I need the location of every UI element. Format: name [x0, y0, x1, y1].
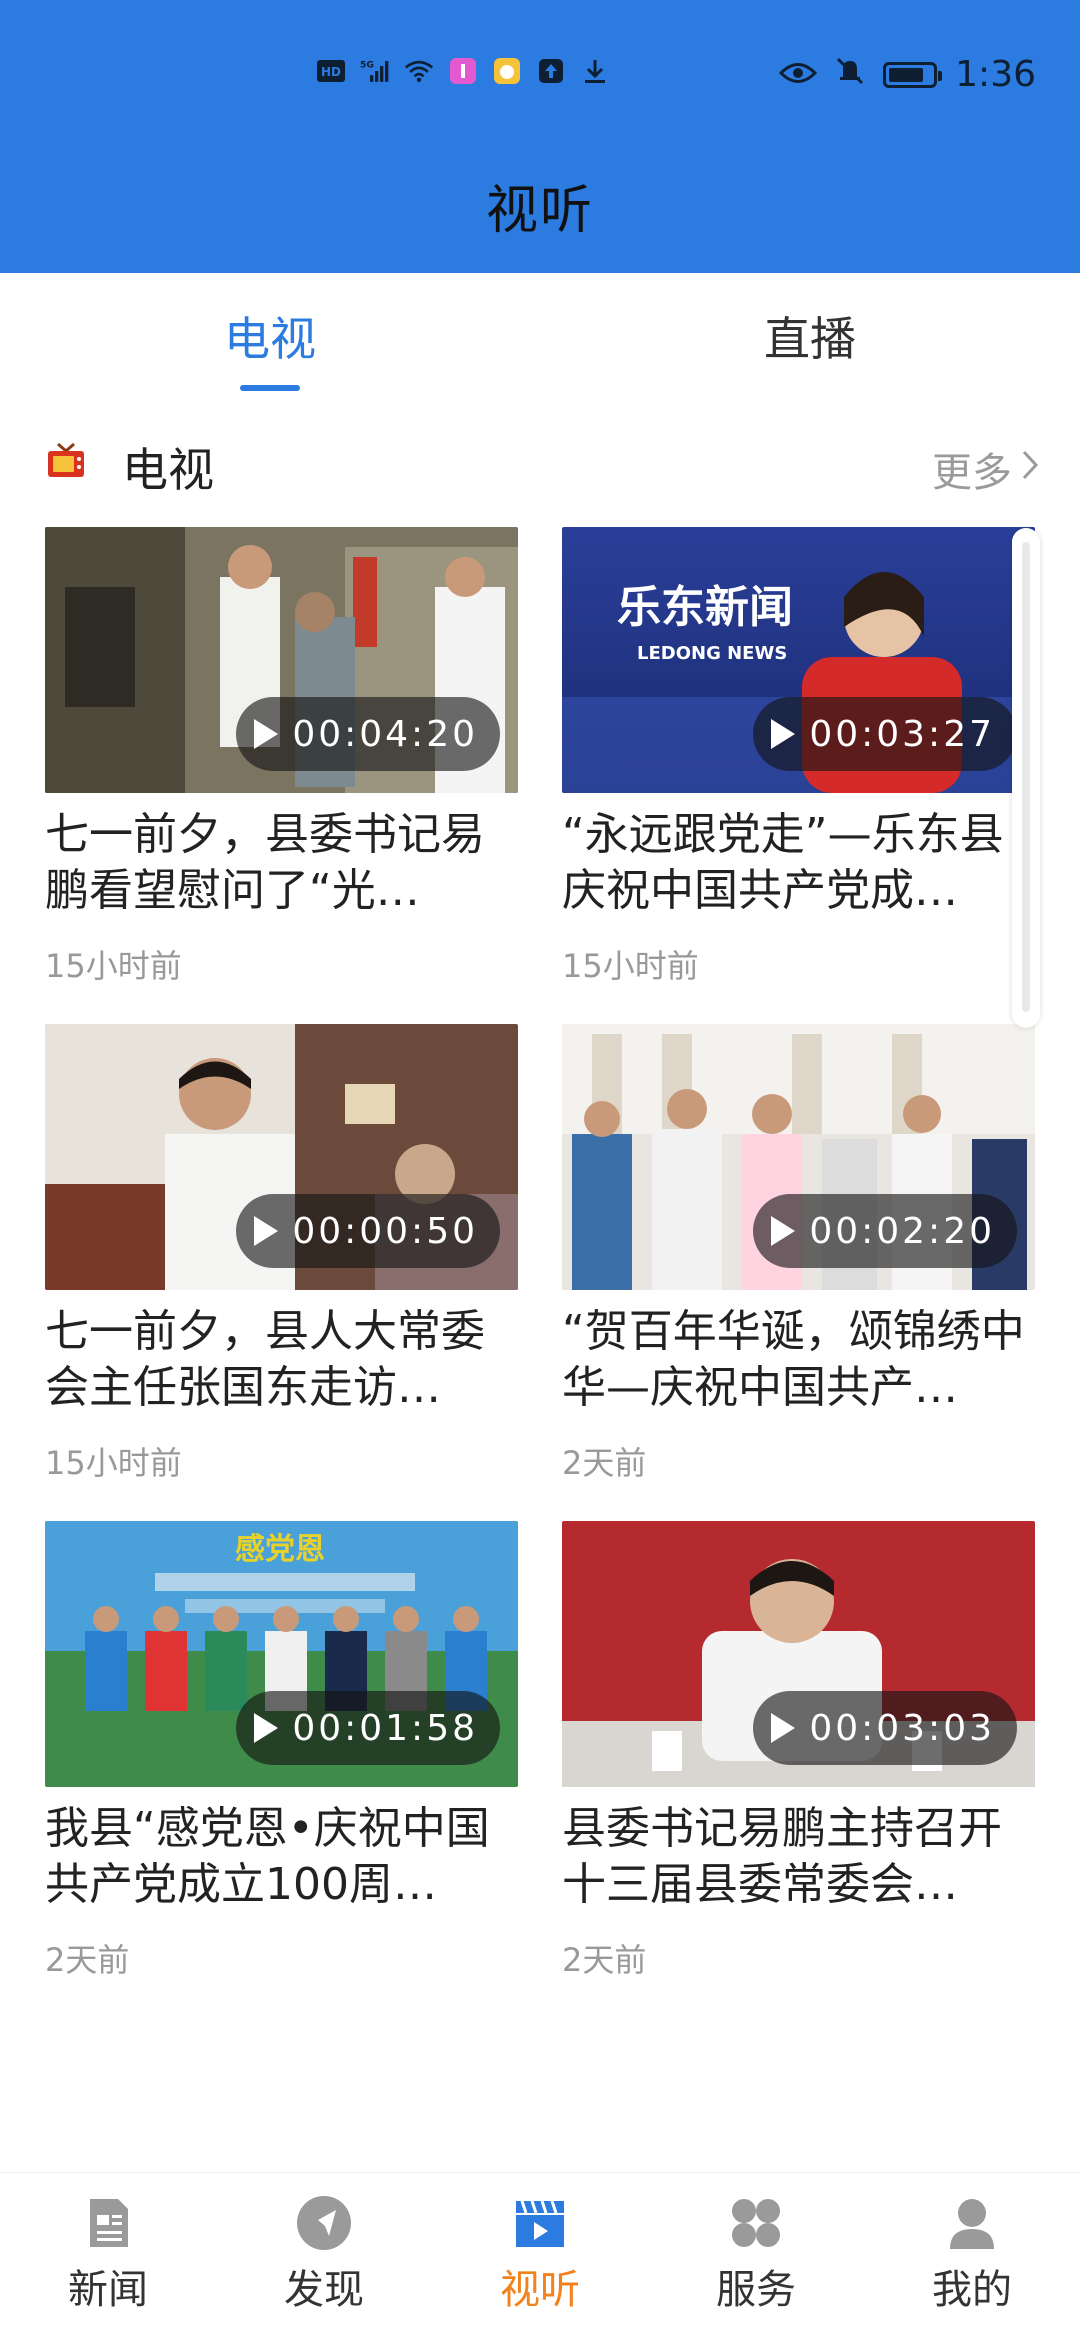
nav-label: 视听	[500, 2267, 580, 2313]
duration-text: 00:04:20	[292, 713, 478, 755]
video-thumbnail[interactable]: 00:02:20	[562, 1024, 1035, 1290]
video-card[interactable]: 乐东新闻 LEDONG NEWS 00:03:27 “永远跟党走”—乐东县庆祝中…	[562, 527, 1035, 987]
thumb-banner-text: 感党恩	[235, 1532, 325, 1567]
video-card[interactable]: 感党恩 00:01:58 我县“感党恩•庆祝中国共产党成立100周… 2天前	[45, 1521, 518, 1981]
duration-text: 00:03:03	[809, 1707, 995, 1749]
video-thumbnail[interactable]: 00:03:03	[562, 1521, 1035, 1787]
video-time: 2天前	[562, 1941, 647, 1979]
wifi-icon	[404, 56, 434, 86]
video-title[interactable]: “永远跟党走”—乐东县庆祝中国共产党成…	[562, 807, 1035, 919]
app-header: HD 5G 1:36 视听	[0, 0, 1080, 273]
play-icon	[771, 719, 796, 749]
video-card[interactable]: 00:04:20 七一前夕，县委书记易鹏看望慰问了“光… 15小时前	[45, 527, 518, 987]
tab-live[interactable]: 直播	[540, 273, 1080, 398]
5g-signal-icon: 5G	[360, 56, 390, 86]
active-tab-indicator	[240, 385, 300, 391]
services-icon	[726, 2193, 786, 2253]
video-time: 2天前	[562, 1444, 647, 1482]
video-time: 15小时前	[562, 947, 699, 985]
video-title[interactable]: “贺百年华诞，颂锦绣中华—庆祝中国共产…	[562, 1304, 1035, 1416]
section-title: 电视	[122, 443, 214, 497]
tab-tv[interactable]: 电视	[0, 273, 540, 398]
download-icon	[580, 56, 610, 86]
nav-item-discover[interactable]: 发现	[216, 2173, 432, 2341]
duration-badge: 00:01:58	[236, 1691, 500, 1765]
video-time: 2天前	[45, 1941, 130, 1979]
news-icon	[78, 2193, 138, 2253]
status-time: 1:36	[955, 54, 1036, 95]
status-bar: HD 5G 1:36	[0, 48, 1080, 104]
nav-label: 服务	[716, 2267, 796, 2313]
page-title: 视听	[485, 181, 594, 241]
video-thumbnail[interactable]: 00:00:50	[45, 1024, 518, 1290]
duration-badge: 00:02:20	[753, 1194, 1017, 1268]
chevron-right-icon	[1020, 446, 1040, 492]
thumb-brand-subtext: LEDONG NEWS	[637, 643, 787, 664]
duration-text: 00:01:58	[292, 1707, 478, 1749]
video-title[interactable]: 县委书记易鹏主持召开十三届县委常委会…	[562, 1801, 1035, 1913]
bottom-nav: 新闻 发现 视听 服务 我的	[0, 2172, 1080, 2341]
duration-badge: 00:04:20	[236, 697, 500, 771]
video-thumbnail[interactable]: 00:04:20	[45, 527, 518, 793]
video-time: 15小时前	[45, 947, 182, 985]
tab-bar: 电视 直播	[0, 273, 1080, 398]
more-link[interactable]: 更多	[932, 440, 1040, 498]
video-title[interactable]: 七一前夕，县人大常委会主任张国东走访…	[45, 1304, 518, 1416]
duration-badge: 00:03:03	[753, 1691, 1017, 1765]
discover-icon	[294, 2193, 354, 2253]
tv-icon	[46, 442, 86, 480]
play-icon	[771, 1216, 796, 1246]
app-notification-icon	[448, 56, 478, 86]
nav-label: 新闻	[68, 2267, 148, 2313]
app-notification-icon	[492, 56, 522, 86]
section-header: 电视 更多	[46, 430, 1040, 497]
play-icon	[254, 719, 279, 749]
play-icon	[771, 1713, 796, 1743]
scrollbar[interactable]	[1012, 528, 1040, 1028]
thumb-brand-text: 乐东新闻	[617, 582, 793, 633]
duration-text: 00:03:27	[809, 713, 995, 755]
nav-label: 我的	[932, 2267, 1012, 2313]
play-icon	[254, 1216, 279, 1246]
upload-icon	[536, 56, 566, 86]
video-time: 15小时前	[45, 1444, 182, 1482]
tab-label: 直播	[764, 312, 856, 366]
tab-label: 电视	[224, 312, 316, 366]
video-card[interactable]: 00:02:20 “贺百年华诞，颂锦绣中华—庆祝中国共产… 2天前	[562, 1024, 1035, 1484]
play-icon	[254, 1713, 279, 1743]
duration-text: 00:00:50	[292, 1210, 478, 1252]
nav-label: 发现	[284, 2267, 364, 2313]
duration-text: 00:02:20	[809, 1210, 995, 1252]
hd-icon: HD	[316, 56, 346, 86]
svg-text:5G: 5G	[360, 60, 374, 71]
battery-icon	[883, 61, 943, 88]
svg-text:HD: HD	[321, 65, 341, 79]
profile-icon	[942, 2193, 1002, 2253]
nav-item-profile[interactable]: 我的	[864, 2173, 1080, 2341]
eye-icon	[779, 54, 818, 95]
duration-badge: 00:00:50	[236, 1194, 500, 1268]
duration-badge: 00:03:27	[753, 697, 1017, 771]
video-title[interactable]: 我县“感党恩•庆祝中国共产党成立100周…	[45, 1801, 518, 1913]
video-title[interactable]: 七一前夕，县委书记易鹏看望慰问了“光…	[45, 807, 518, 919]
video-thumbnail[interactable]: 乐东新闻 LEDONG NEWS 00:03:27	[562, 527, 1035, 793]
nav-item-services[interactable]: 服务	[648, 2173, 864, 2341]
video-icon	[510, 2193, 570, 2253]
nav-item-news[interactable]: 新闻	[0, 2173, 216, 2341]
video-card[interactable]: 00:00:50 七一前夕，县人大常委会主任张国东走访… 15小时前	[45, 1024, 518, 1484]
nav-item-video[interactable]: 视听	[432, 2173, 648, 2341]
more-label: 更多	[932, 450, 1012, 496]
video-card[interactable]: 00:03:03 县委书记易鹏主持召开十三届县委常委会… 2天前	[562, 1521, 1035, 1981]
mute-bell-icon	[835, 54, 865, 95]
video-thumbnail[interactable]: 感党恩 00:01:58	[45, 1521, 518, 1787]
